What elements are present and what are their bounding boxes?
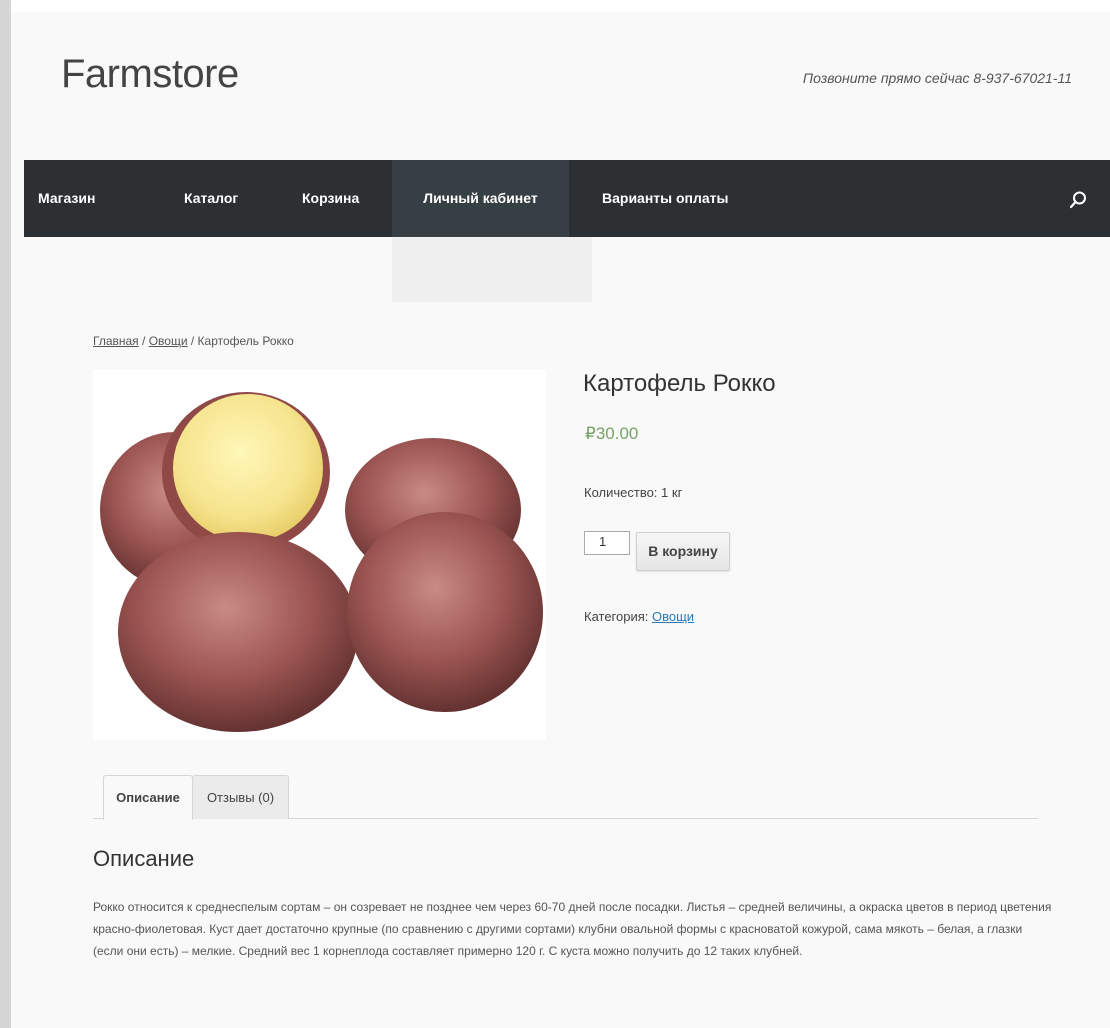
site-title[interactable]: Farmstore bbox=[61, 52, 239, 97]
product-category: Категория: Овощи bbox=[584, 609, 694, 624]
search-icon[interactable] bbox=[1068, 190, 1088, 210]
quantity-input[interactable]: 1 bbox=[584, 531, 630, 555]
breadcrumb: Главная / Овощи / Картофель Рокко bbox=[93, 334, 294, 348]
quantity-description: Количество: 1 кг bbox=[584, 485, 683, 500]
category-link[interactable]: Овощи bbox=[652, 609, 694, 624]
tab-reviews[interactable]: Отзывы (0) bbox=[192, 775, 289, 819]
nav-item-shop[interactable]: Магазин bbox=[38, 160, 95, 237]
add-to-cart-button[interactable]: В корзину bbox=[636, 532, 730, 571]
breadcrumb-category-link[interactable]: Овощи bbox=[149, 334, 188, 348]
breadcrumb-home-link[interactable]: Главная bbox=[93, 334, 139, 348]
breadcrumb-separator: / bbox=[138, 334, 149, 348]
product-image[interactable] bbox=[93, 370, 546, 740]
tab-description[interactable]: Описание bbox=[103, 775, 193, 820]
main-nav: Магазин Каталог Корзина Личный кабинет В… bbox=[24, 160, 1110, 237]
nav-item-cart[interactable]: Корзина bbox=[302, 160, 359, 237]
product-title: Картофель Рокко bbox=[583, 370, 776, 397]
category-label: Категория: bbox=[584, 609, 652, 624]
product-price: ₽30.00 bbox=[585, 424, 639, 443]
breadcrumb-separator: / bbox=[187, 334, 198, 348]
description-text: Рокко относится к среднеспелым сортам – … bbox=[93, 900, 1052, 958]
breadcrumb-current: Картофель Рокко bbox=[197, 334, 294, 348]
description-heading: Описание bbox=[93, 846, 195, 871]
account-dropdown bbox=[392, 237, 592, 302]
nav-item-catalog[interactable]: Каталог bbox=[184, 160, 238, 237]
phone-callout: Позвоните прямо сейчас 8-937-67021-11 bbox=[802, 70, 1072, 86]
nav-item-payment[interactable]: Варианты оплаты bbox=[602, 160, 729, 237]
left-border bbox=[0, 0, 11, 1028]
top-bar bbox=[11, 0, 1110, 12]
nav-item-account[interactable]: Личный кабинет bbox=[392, 160, 569, 237]
